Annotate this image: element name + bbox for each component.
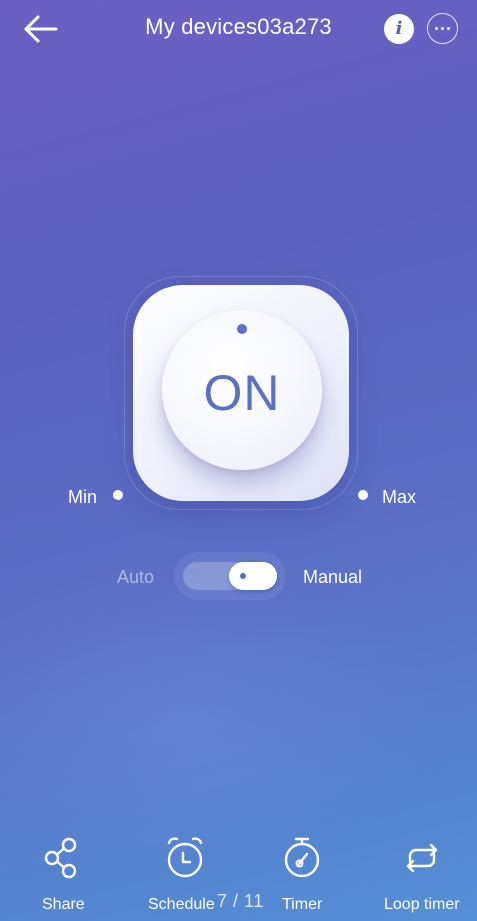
toggle-thumb-dot <box>240 573 246 579</box>
min-dot <box>113 490 123 500</box>
toggle-thumb[interactable] <box>229 562 277 590</box>
schedule-label: Schedule <box>148 896 215 913</box>
loop-timer-label: Loop timer <box>384 896 460 913</box>
alarm-clock-icon <box>167 837 203 878</box>
max-label: Max <box>382 487 417 507</box>
mode-auto-label[interactable]: Auto <box>117 567 154 588</box>
timer-label: Timer <box>282 896 323 913</box>
stopwatch-icon <box>284 837 320 878</box>
knob-indicator-dot <box>237 324 247 334</box>
device-control-screen: My devices03a273 i ON Min Max Auto Manua… <box>0 0 477 921</box>
header: My devices03a273 i <box>0 0 477 58</box>
page-indicator: 7 / 11 <box>217 891 264 911</box>
share-label: Share <box>42 896 85 913</box>
loop-icon <box>406 843 438 873</box>
schedule-button[interactable]: Schedule <box>148 828 223 921</box>
toggle-track <box>183 562 277 590</box>
max-dot <box>358 490 368 500</box>
share-button[interactable]: Share <box>28 828 98 921</box>
loop-timer-button[interactable]: Loop timer <box>382 828 467 921</box>
share-icon <box>44 837 77 879</box>
info-icon: i <box>395 18 403 39</box>
more-button[interactable] <box>427 13 458 44</box>
timer-button[interactable]: Timer <box>278 828 338 921</box>
power-state-label: ON <box>203 365 281 421</box>
info-button[interactable]: i <box>384 14 414 44</box>
mode-manual-label[interactable]: Manual <box>303 567 362 588</box>
power-knob[interactable]: ON <box>162 310 322 470</box>
mode-toggle[interactable] <box>174 552 286 600</box>
min-label: Min <box>68 487 98 507</box>
